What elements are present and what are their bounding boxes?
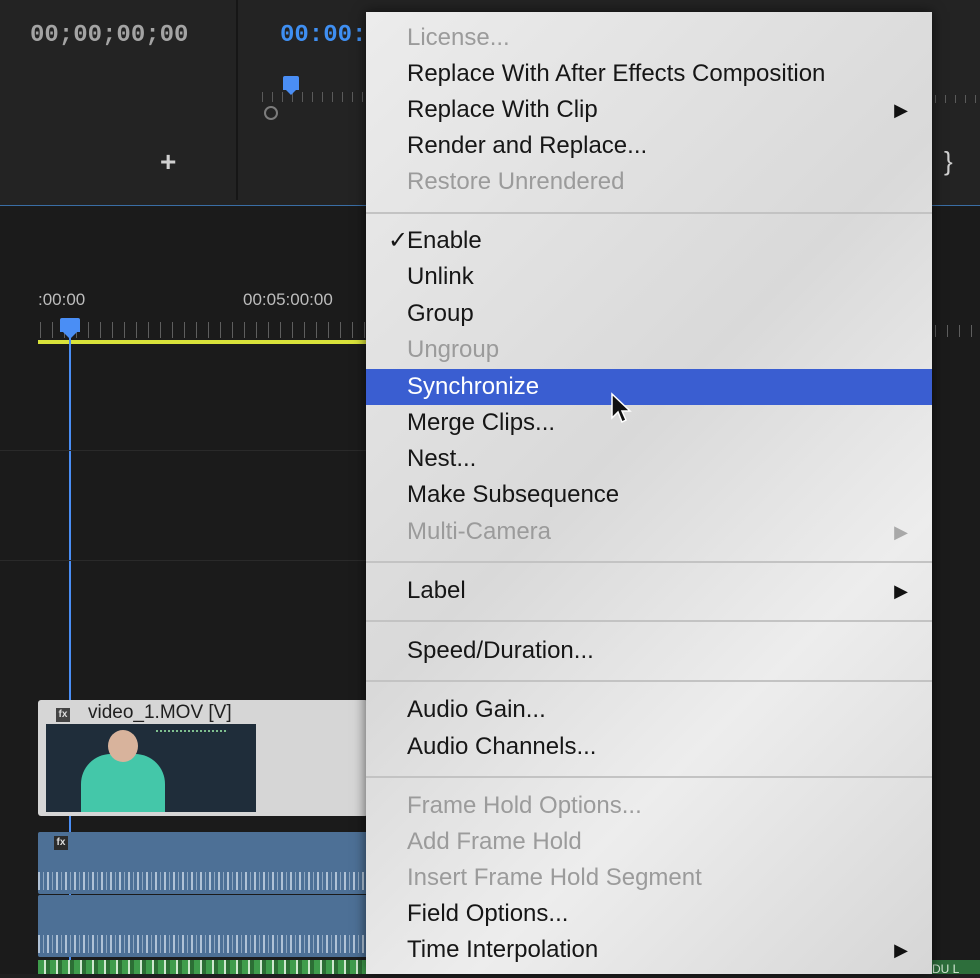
menu-item-make-subsequence[interactable]: Make Subsequence [366, 478, 932, 512]
audio-clip[interactable]: fx [38, 832, 368, 894]
menu-item-replace-with-clip[interactable]: Replace With Clip ▶ [366, 93, 932, 127]
work-area-bar[interactable] [38, 340, 368, 344]
mini-time-ruler[interactable] [262, 92, 372, 102]
time-ruler-right[interactable] [935, 325, 980, 337]
checkmark-icon: ✓ [388, 227, 409, 254]
clip-thumbnail [46, 724, 256, 812]
menu-item-label[interactable]: Label ▶ [366, 574, 932, 608]
context-menu: License... Replace With After Effects Co… [366, 12, 932, 974]
submenu-arrow-icon: ▶ [894, 522, 908, 542]
ruler-label-mid: 00:05:00:00 [243, 290, 333, 309]
track-divider [0, 450, 380, 451]
thumbnail-head [108, 730, 138, 762]
menu-separator [366, 776, 932, 778]
mark-out-button[interactable]: } [944, 146, 953, 177]
menu-item-ungroup: Ungroup [407, 336, 500, 363]
submenu-arrow-icon: ▶ [894, 581, 908, 601]
menu-separator [366, 680, 932, 682]
menu-item-replace-with-ae-comp[interactable]: Replace With After Effects Composition [366, 57, 932, 91]
submenu-arrow-icon: ▶ [894, 940, 908, 960]
timecode-current[interactable]: 00:00: [280, 22, 366, 49]
audio-waveform [38, 935, 368, 953]
right-clip-strip[interactable]: DU L [932, 960, 980, 976]
menu-item-speed-duration[interactable]: Speed/Duration... [366, 634, 932, 668]
thumbnail-person [81, 754, 165, 812]
menu-item-enable[interactable]: ✓ Enable [366, 224, 932, 258]
panel-divider [236, 0, 238, 200]
menu-item-add-frame-hold: Add Frame Hold [407, 828, 582, 855]
menu-item-audio-gain[interactable]: Audio Gain... [366, 693, 932, 727]
submenu-arrow-icon: ▶ [894, 100, 908, 120]
menu-item-license: License... [407, 24, 510, 51]
zoom-handle-icon[interactable] [264, 106, 278, 120]
clip-title: video_1.MOV [V] [88, 702, 232, 723]
menu-item-unlink[interactable]: Unlink [366, 260, 932, 294]
add-button[interactable]: + [160, 146, 176, 178]
time-ruler[interactable] [40, 322, 370, 338]
timecode-in[interactable]: 00;00;00;00 [30, 22, 188, 49]
thumbnail-chalkboard [156, 730, 226, 746]
menu-item-restore-unrendered: Restore Unrendered [407, 168, 625, 195]
green-clip-strip[interactable] [38, 960, 368, 974]
menu-item-group[interactable]: Group [366, 297, 932, 331]
menu-separator [366, 561, 932, 563]
menu-item-render-and-replace[interactable]: Render and Replace... [366, 129, 932, 163]
menu-item-multi-camera: Multi-Camera ▶ [366, 515, 932, 549]
menu-separator [366, 620, 932, 622]
track-divider [0, 560, 380, 561]
menu-item-audio-channels[interactable]: Audio Channels... [366, 730, 932, 764]
ruler-ticks-right [935, 95, 980, 103]
menu-item-nest[interactable]: Nest... [366, 442, 932, 476]
menu-separator [366, 212, 932, 214]
menu-item-time-interpolation[interactable]: Time Interpolation ▶ [366, 933, 932, 967]
menu-item-synchronize[interactable]: Synchronize [366, 369, 932, 405]
video-clip[interactable]: fx video_1.MOV [V] [38, 700, 368, 816]
menu-item-frame-hold-options: Frame Hold Options... [407, 792, 642, 819]
mouse-pointer-icon [611, 392, 632, 424]
mini-playhead-icon[interactable] [283, 76, 299, 95]
fx-icon: fx [56, 708, 70, 722]
audio-waveform [38, 872, 368, 890]
playhead-icon[interactable] [60, 318, 80, 339]
audio-clip[interactable] [38, 895, 368, 957]
audio-fx-icon: fx [54, 836, 68, 850]
menu-item-field-options[interactable]: Field Options... [366, 897, 932, 931]
ruler-label-start: :00:00 [38, 290, 86, 309]
menu-item-insert-frame-hold-segment: Insert Frame Hold Segment [407, 864, 702, 891]
menu-item-merge-clips[interactable]: Merge Clips... [366, 406, 932, 440]
